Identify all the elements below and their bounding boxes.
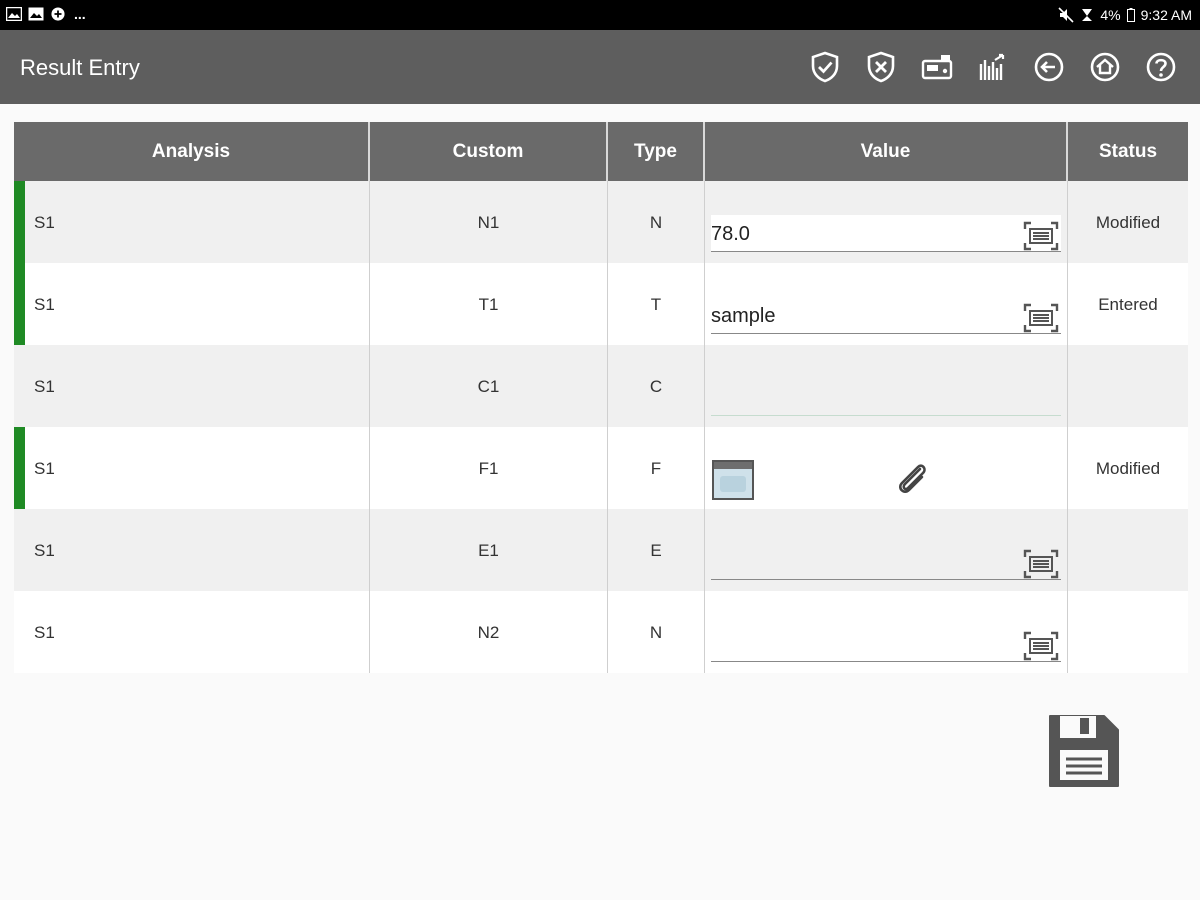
instrument-button[interactable] [918,48,956,86]
cell-value [705,591,1068,673]
cell-type: E [608,509,705,591]
battery-icon [1126,8,1135,22]
help-icon [1146,52,1176,82]
attachment-icon[interactable] [890,457,934,501]
column-header-value[interactable]: Value [705,122,1068,181]
column-header-analysis[interactable]: Analysis [14,122,370,181]
cell-status [1068,591,1188,673]
cell-value [705,181,1068,263]
cell-analysis: S1 [14,263,370,345]
barcode-scan-icon[interactable] [1023,631,1059,661]
mute-icon [1058,7,1074,23]
cell-type: C [608,345,705,427]
content-background [0,673,1200,900]
add-circle-icon [51,7,65,21]
status-text: Entered [1098,295,1158,314]
value-input[interactable] [711,387,1011,410]
image-icon [6,7,22,21]
battery-level: 4% [1100,7,1121,23]
cell-type: F [608,427,705,509]
status-text: Modified [1095,213,1161,232]
reject-shield-icon [867,51,895,83]
value-field [711,625,1061,662]
alarm-icon [1082,9,1093,21]
instrument-icon [921,55,953,80]
cell-custom: C1 [370,345,608,427]
cell-value [705,509,1068,591]
back-icon [1034,52,1064,82]
reject-results-button[interactable] [862,48,900,86]
cell-analysis: S1 [14,427,370,509]
value-dropdown[interactable] [711,379,1061,416]
save-icon[interactable] [1046,712,1122,790]
cell-status: Modified [1068,427,1188,509]
column-header-custom[interactable]: Custom [370,122,608,181]
value-input[interactable] [711,223,1011,246]
accept-results-button[interactable] [806,48,844,86]
cell-analysis: S1 [14,345,370,427]
column-header-status[interactable]: Status [1068,122,1188,181]
value-field [711,297,1061,334]
value-input[interactable] [711,633,1011,656]
page-title: Result Entry [20,55,140,80]
cell-analysis: S1 [14,181,370,263]
value-field [711,543,1061,580]
home-icon [1090,52,1120,82]
cell-analysis: S1 [14,591,370,673]
status-system-info: 4% 9:32 AM [1058,6,1192,24]
cell-value [705,427,1068,509]
column-header-type[interactable]: Type [608,122,705,181]
table-row[interactable]: S1 N2 N [14,591,1188,673]
cell-type: N [608,591,705,673]
accept-shield-icon [811,51,839,83]
gallery-icon [28,7,44,21]
status-notifications: ... [6,7,86,21]
cell-value [705,345,1068,427]
value-input[interactable] [711,551,1011,574]
help-button[interactable] [1142,48,1180,86]
cell-status: Modified [1068,181,1188,263]
barcode-scan-icon[interactable] [1023,303,1059,333]
file-thumbnail[interactable] [712,460,754,500]
cell-custom: E1 [370,509,608,591]
back-button[interactable] [1030,48,1068,86]
system-status-bar: ... 4% 9:32 AM [0,0,1200,30]
cell-custom: N1 [370,181,608,263]
cell-custom: N2 [370,591,608,673]
cell-custom: T1 [370,263,608,345]
barcode-scan-icon[interactable] [1023,221,1059,251]
chart-export-button[interactable] [974,48,1012,86]
barcode-scan-icon[interactable] [1023,549,1059,579]
table-row[interactable]: S1 C1 C [14,345,1188,427]
chart-export-icon [979,53,1005,80]
status-text: Modified [1095,459,1161,478]
table-row[interactable]: S1 T1 T Entered [14,263,1188,345]
table-row[interactable]: S1 F1 F Modified [14,427,1188,509]
value-input[interactable] [711,305,1011,328]
clock: 9:32 AM [1140,7,1192,23]
cell-status [1068,509,1188,591]
cell-custom: F1 [370,427,608,509]
cell-status [1068,345,1188,427]
table-row[interactable]: S1 E1 E [14,509,1188,591]
table-header: Analysis Custom Type Value Status [14,122,1188,181]
more-notifications: ... [74,6,86,22]
cell-status: Entered [1068,263,1188,345]
cell-type: T [608,263,705,345]
value-field [711,215,1061,252]
cell-type: N [608,181,705,263]
cell-analysis: S1 [14,509,370,591]
cell-value [705,263,1068,345]
table-row[interactable]: S1 N1 N Modified [14,181,1188,263]
app-toolbar: Result Entry [0,30,1200,104]
home-button[interactable] [1086,48,1124,86]
